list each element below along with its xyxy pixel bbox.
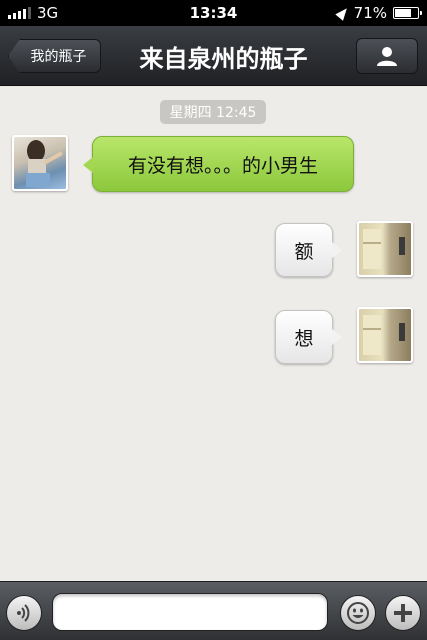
voice-button[interactable]: [6, 595, 42, 631]
sender-avatar-image: [26, 140, 63, 187]
self-avatar-image: [363, 229, 405, 269]
signal-strength-icon: [8, 7, 31, 19]
self-avatar[interactable]: [357, 221, 413, 277]
person-icon: [377, 47, 397, 66]
status-left: 3G: [8, 4, 58, 22]
battery-icon: [393, 7, 422, 19]
self-avatar[interactable]: [357, 307, 413, 363]
location-arrow-icon: [334, 5, 351, 21]
page-title: 来自泉州的瓶子: [139, 44, 308, 73]
chat-area[interactable]: 星期四 12:45 有没有想。。。的小男生 额 想: [0, 87, 427, 581]
plus-button[interactable]: [385, 595, 421, 631]
nav-bar: 我的瓶子 来自泉州的瓶子: [0, 26, 427, 86]
message-bubble-sent[interactable]: 想: [275, 310, 342, 364]
battery-percentage: 71%: [353, 4, 387, 22]
status-right: 71%: [334, 4, 422, 22]
plus-icon: [394, 604, 412, 622]
battery-fill: [395, 9, 411, 17]
status-bar: 3G 13:34 71%: [0, 0, 427, 26]
carrier-label: 3G: [37, 4, 59, 22]
input-bar: [0, 581, 427, 640]
message-input[interactable]: [52, 593, 328, 631]
back-button[interactable]: 我的瓶子: [8, 39, 101, 73]
self-avatar-image: [363, 315, 405, 355]
voice-icon: [17, 604, 30, 622]
profile-button[interactable]: [356, 38, 418, 74]
sender-avatar[interactable]: [12, 135, 68, 191]
emoji-icon: [347, 602, 369, 624]
emoji-button[interactable]: [340, 595, 376, 631]
message-bubble-received[interactable]: 有没有想。。。的小男生: [83, 136, 354, 192]
chat-timestamp: 星期四 12:45: [160, 100, 266, 124]
message-bubble-sent[interactable]: 额: [275, 223, 342, 277]
